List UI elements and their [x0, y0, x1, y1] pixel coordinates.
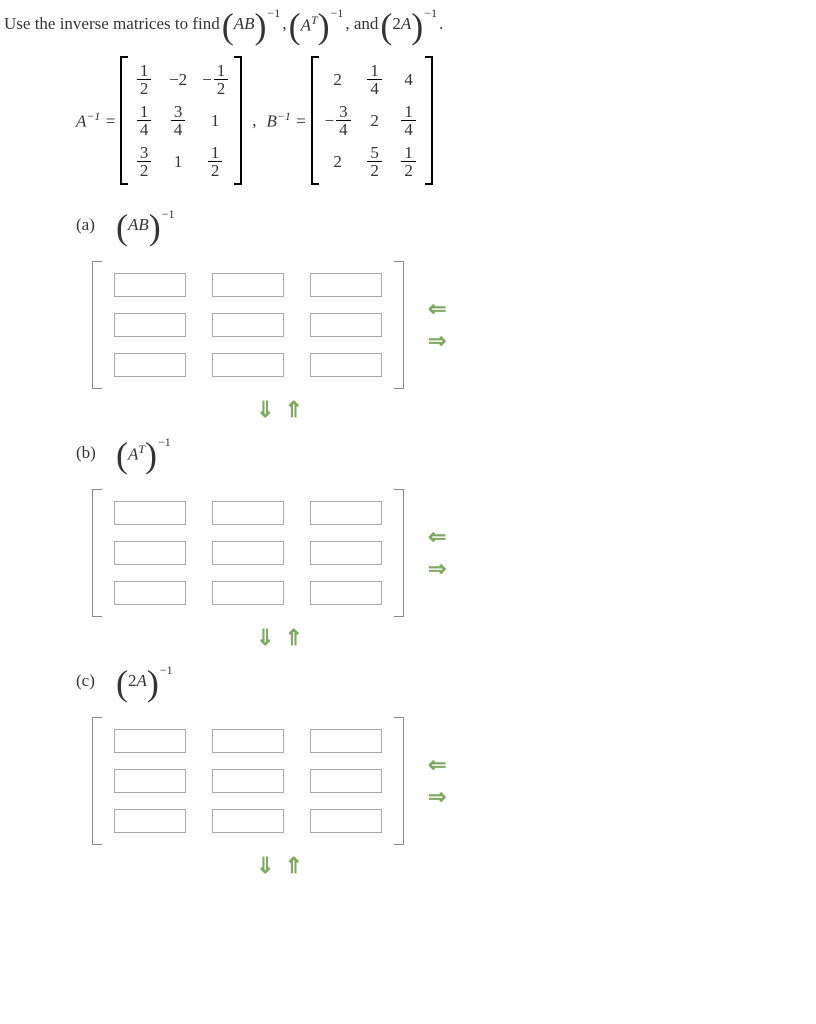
matrix-cell: −34	[325, 103, 351, 138]
matrix-a-inverse: 12 −2 −12 14 34 1 32 1 12	[120, 56, 242, 185]
matrix-cell: −2	[168, 70, 188, 90]
matrix-input[interactable]	[310, 501, 382, 525]
matrix-input[interactable]	[212, 313, 284, 337]
add-row-icon[interactable]: ⇓	[256, 855, 274, 877]
part-c-label: (c)	[76, 671, 102, 691]
matrix-input[interactable]	[212, 273, 284, 297]
matrix-input[interactable]	[212, 541, 284, 565]
add-row-icon[interactable]: ⇓	[256, 399, 274, 421]
matrix-cell: 14	[399, 103, 419, 138]
b-inverse-label: B−1 =	[266, 109, 306, 132]
matrix-cell: 2	[365, 111, 385, 131]
matrix-input[interactable]	[114, 353, 186, 377]
prompt-text: Use the inverse matrices to find	[4, 14, 220, 34]
matrix-cell: 2	[325, 70, 351, 90]
matrix-input[interactable]	[212, 729, 284, 753]
part-c-matrix	[92, 717, 404, 845]
part-c-expression: ( 2A ) −1	[116, 663, 173, 699]
question-prompt: Use the inverse matrices to find ( AB ) …	[4, 6, 816, 42]
matrix-input[interactable]	[212, 353, 284, 377]
add-column-icon[interactable]: ⇒	[428, 558, 446, 580]
remove-column-icon[interactable]: ⇐	[428, 526, 446, 548]
matrix-input[interactable]	[212, 809, 284, 833]
matrix-cell: 12	[134, 62, 154, 97]
remove-column-icon[interactable]: ⇐	[428, 754, 446, 776]
part-a-expression: ( AB ) −1	[116, 207, 175, 243]
term-2a-inverse: ( 2A ) −1	[380, 6, 437, 42]
matrix-cell: 34	[168, 103, 188, 138]
part-a-label: (a)	[76, 215, 102, 235]
matrix-cell: 14	[134, 103, 154, 138]
matrix-cell: 52	[365, 144, 385, 179]
remove-column-icon[interactable]: ⇐	[428, 298, 446, 320]
matrix-input[interactable]	[310, 581, 382, 605]
add-column-icon[interactable]: ⇒	[428, 786, 446, 808]
part-c: (c) ( 2A ) −1 ⇐ ⇒ ⇓ ⇑	[76, 663, 816, 877]
matrix-b-inverse: 2 14 4 −34 2 14 2 52 12	[311, 56, 433, 185]
matrix-input[interactable]	[310, 353, 382, 377]
matrix-input[interactable]	[310, 313, 382, 337]
matrix-cell: 12	[399, 144, 419, 179]
matrix-input[interactable]	[212, 581, 284, 605]
matrix-cell: 2	[325, 152, 351, 172]
part-b: (b) ( AT ) −1 ⇐ ⇒ ⇓ ⇑	[76, 435, 816, 649]
term-ab-inverse: ( AB ) −1	[222, 6, 281, 42]
matrix-input[interactable]	[114, 273, 186, 297]
matrix-cell: −12	[202, 62, 228, 97]
matrix-cell: 1	[202, 111, 228, 131]
given-matrices: A−1 = 12−2−121434132112 , B−1 = 2144−342…	[76, 56, 816, 185]
a-inverse-label: A−1 =	[76, 109, 116, 132]
matrix-input[interactable]	[310, 809, 382, 833]
matrix-input[interactable]	[114, 541, 186, 565]
part-a: (a) ( AB ) −1 ⇐ ⇒ ⇓ ⇑	[76, 207, 816, 421]
matrix-input[interactable]	[310, 541, 382, 565]
add-row-icon[interactable]: ⇓	[256, 627, 274, 649]
matrix-input[interactable]	[114, 581, 186, 605]
matrix-input[interactable]	[310, 273, 382, 297]
matrix-input[interactable]	[212, 769, 284, 793]
add-column-icon[interactable]: ⇒	[428, 330, 446, 352]
part-b-matrix	[92, 489, 404, 617]
matrix-cell: 4	[399, 70, 419, 90]
matrix-input[interactable]	[114, 729, 186, 753]
matrix-input[interactable]	[212, 501, 284, 525]
term-at-inverse: ( AT ) −1	[289, 6, 344, 42]
matrix-input[interactable]	[310, 769, 382, 793]
remove-row-icon[interactable]: ⇑	[284, 855, 302, 877]
part-b-expression: ( AT ) −1	[116, 435, 171, 471]
matrix-input[interactable]	[114, 809, 186, 833]
matrix-cell: 32	[134, 144, 154, 179]
matrix-input[interactable]	[114, 769, 186, 793]
matrix-cell: 1	[168, 152, 188, 172]
matrix-input[interactable]	[310, 729, 382, 753]
matrix-input[interactable]	[114, 501, 186, 525]
remove-row-icon[interactable]: ⇑	[284, 627, 302, 649]
part-b-label: (b)	[76, 443, 102, 463]
part-a-matrix	[92, 261, 404, 389]
matrix-cell: 14	[365, 62, 385, 97]
matrix-input[interactable]	[114, 313, 186, 337]
matrix-cell: 12	[202, 144, 228, 179]
remove-row-icon[interactable]: ⇑	[284, 399, 302, 421]
